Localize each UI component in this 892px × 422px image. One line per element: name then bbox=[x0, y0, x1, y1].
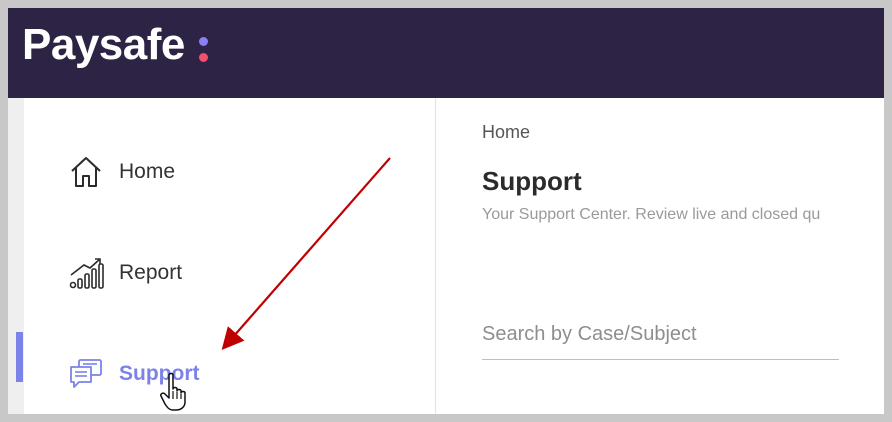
main-content: Home Support Your Support Center. Review… bbox=[437, 98, 884, 414]
sidebar-item-label: Report bbox=[119, 261, 183, 284]
breadcrumb[interactable]: Home bbox=[482, 122, 530, 143]
search-field bbox=[482, 306, 839, 360]
sidebar: Home Report Support bbox=[24, 98, 436, 414]
logo-colon-icon bbox=[199, 37, 215, 71]
sidebar-item-home[interactable]: Home bbox=[24, 142, 436, 202]
sidebar-item-report[interactable]: Report bbox=[24, 243, 436, 303]
hand-pointer-icon bbox=[160, 372, 186, 411]
sidebar-item-label: Home bbox=[119, 160, 176, 183]
page-title: Support bbox=[482, 166, 582, 196]
support-chat-icon bbox=[70, 359, 102, 388]
search-input[interactable] bbox=[482, 316, 839, 352]
brand-logo[interactable]: Paysafe bbox=[22, 20, 185, 70]
active-indicator bbox=[16, 332, 23, 382]
page-subtitle: Your Support Center. Review live and clo… bbox=[482, 206, 821, 223]
home-icon bbox=[71, 157, 101, 187]
app-window: Paysafe Home Report Support Home Support… bbox=[8, 8, 884, 414]
sidebar-item-support[interactable]: Support bbox=[24, 344, 436, 404]
report-chart-icon bbox=[69, 258, 104, 289]
top-bar: Paysafe bbox=[8, 8, 884, 98]
